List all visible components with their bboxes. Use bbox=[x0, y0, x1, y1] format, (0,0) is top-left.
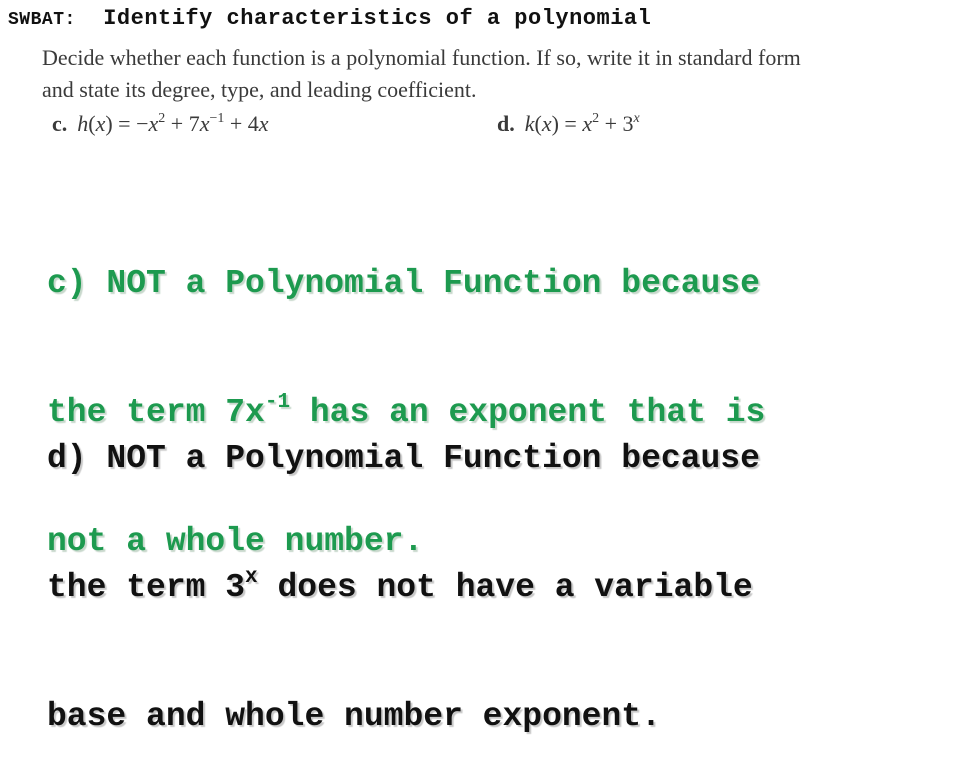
equations: c. h(x) = −x2 + 7x−1 + 4x d. k(x) = x2 + 3… bbox=[42, 106, 942, 140]
equation-c: c. h(x) = −x2 + 7x−1 + 4x bbox=[52, 111, 269, 136]
answer-d: d) NOT a Polynomial Function because the… bbox=[47, 351, 760, 781]
objective-header: SWBAT: Identify characteristics of a pol… bbox=[8, 6, 651, 31]
answer-d-line-2: the term 3x does not have a variable bbox=[47, 566, 753, 606]
problem-statement: Decide whether each function is a polyno… bbox=[42, 42, 942, 140]
objective-text: Identify characteristics of a polynomial bbox=[103, 6, 652, 31]
swbat-label: SWBAT: bbox=[8, 10, 76, 30]
answer-d-line-1: d) NOT a Polynomial Function because bbox=[47, 440, 760, 477]
instruction-line-1: Decide whether each function is a polyno… bbox=[42, 45, 801, 70]
instruction-line-2: and state its degree, type, and leading … bbox=[42, 77, 477, 102]
answer-d-line-3: base and whole number exponent. bbox=[47, 698, 661, 735]
answer-c-line-1: c) NOT a Polynomial Function because bbox=[47, 265, 760, 302]
equation-letter: d. bbox=[497, 111, 515, 136]
equation-d: d. k(x) = x2 + 3x bbox=[497, 111, 640, 136]
equation-letter: c. bbox=[52, 111, 68, 136]
